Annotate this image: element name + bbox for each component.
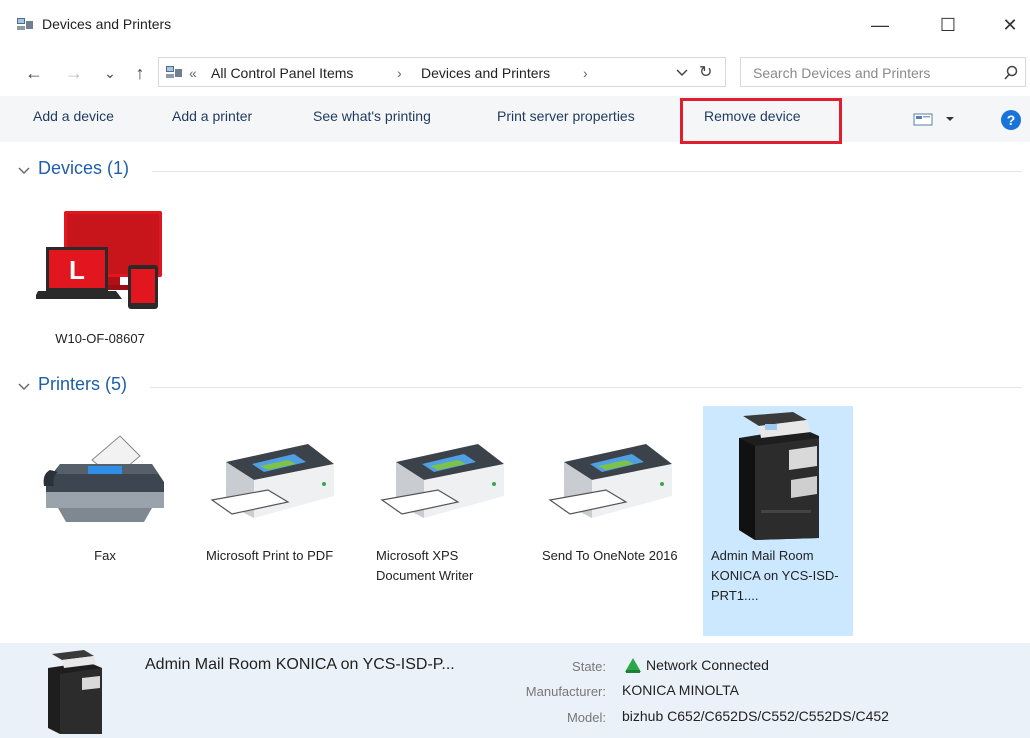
print-server-properties-button[interactable]: Print server properties <box>497 108 635 124</box>
devices-group-header[interactable]: Devices (1) <box>38 158 129 179</box>
device-label: W10-OF-08607 <box>55 331 145 346</box>
add-device-button[interactable]: Add a device <box>33 108 114 124</box>
printer-label: Microsoft XPS Document Writer <box>376 548 474 583</box>
devices-printers-app-icon <box>16 16 34 32</box>
recent-locations-button[interactable]: ⌄ <box>98 60 122 86</box>
details-device-name: Admin Mail Room KONICA on YCS-ISD-P... <box>145 656 455 673</box>
printer-label: Admin Mail Room KONICA on YCS-ISD-PRT1..… <box>711 548 839 603</box>
state-label: State: <box>572 659 606 674</box>
model-label: Model: <box>566 710 606 725</box>
breadcrumb-devices-and-printers[interactable]: Devices and Printers <box>421 65 550 81</box>
printer-item-admin-mail-room-konica[interactable]: Admin Mail Room KONICA on YCS-ISD-PRT1..… <box>703 406 853 636</box>
network-connected-icon <box>622 656 644 674</box>
back-button[interactable]: ← <box>22 60 46 86</box>
search-input[interactable]: Search Devices and Printers <box>753 65 930 81</box>
chevron-down-icon[interactable] <box>16 164 32 176</box>
minimize-button[interactable]: — <box>858 8 902 42</box>
svg-text:L: L <box>69 255 85 285</box>
printer-icon <box>378 438 508 528</box>
control-panel-icon <box>165 64 183 80</box>
printer-item-fax[interactable]: Fax <box>30 420 180 620</box>
remove-device-highlight <box>680 98 842 144</box>
breadcrumb-separator: › <box>397 65 402 81</box>
view-options-icon[interactable] <box>912 110 956 128</box>
see-whats-printing-button[interactable]: See what's printing <box>313 108 431 124</box>
address-bar[interactable]: « All Control Panel Items › Devices and … <box>158 57 726 87</box>
help-icon[interactable]: ? <box>1000 109 1022 131</box>
printer-icon <box>208 438 338 528</box>
manufacturer-label: Manufacturer: <box>525 684 606 699</box>
fax-icon <box>40 430 170 530</box>
printer-icon <box>546 438 676 528</box>
svg-text:?: ? <box>1007 112 1016 128</box>
chevron-down-icon[interactable] <box>16 380 32 392</box>
printer-label: Fax <box>94 548 116 563</box>
printers-group-header[interactable]: Printers (5) <box>38 374 127 395</box>
maximize-button[interactable]: ☐ <box>926 8 970 42</box>
device-item[interactable]: L W10-OF-08607 <box>30 205 170 355</box>
search-box[interactable]: Search Devices and Printers <box>740 57 1026 87</box>
up-button[interactable]: ↑ <box>128 60 152 86</box>
close-button[interactable]: ✕ <box>988 8 1030 42</box>
title-bar: Devices and Printers — ☐ ✕ <box>0 0 1030 50</box>
copier-icon <box>44 650 106 734</box>
state-value: Network Connected <box>646 657 769 673</box>
forward-button[interactable]: → <box>62 60 86 86</box>
breadcrumb-all-control-panel-items[interactable]: All Control Panel Items <box>211 65 353 81</box>
add-printer-button[interactable]: Add a printer <box>172 108 252 124</box>
address-dropdown-icon[interactable] <box>675 66 689 78</box>
printer-item-send-to-onenote[interactable]: Send To OneNote 2016 <box>536 420 686 620</box>
breadcrumb-overflow[interactable]: « <box>189 65 197 81</box>
group-divider <box>152 171 1022 172</box>
breadcrumb-separator: › <box>583 65 588 81</box>
printer-item-microsoft-xps-document-writer[interactable]: Microsoft XPS Document Writer <box>368 420 518 620</box>
window-title: Devices and Printers <box>42 16 172 32</box>
model-value: bizhub C652/C652DS/C552/C552DS/C452 <box>622 708 889 724</box>
refresh-icon[interactable]: ↻ <box>699 62 712 82</box>
printer-label: Microsoft Print to PDF <box>206 548 334 563</box>
search-icon[interactable] <box>1003 65 1019 81</box>
printer-label: Send To OneNote 2016 <box>542 548 678 563</box>
printer-item-microsoft-print-to-pdf[interactable]: Microsoft Print to PDF <box>198 420 348 620</box>
manufacturer-value: KONICA MINOLTA <box>622 682 739 698</box>
copier-icon <box>731 410 827 540</box>
group-divider <box>150 387 1022 388</box>
computer-devices-icon: L <box>34 207 166 312</box>
